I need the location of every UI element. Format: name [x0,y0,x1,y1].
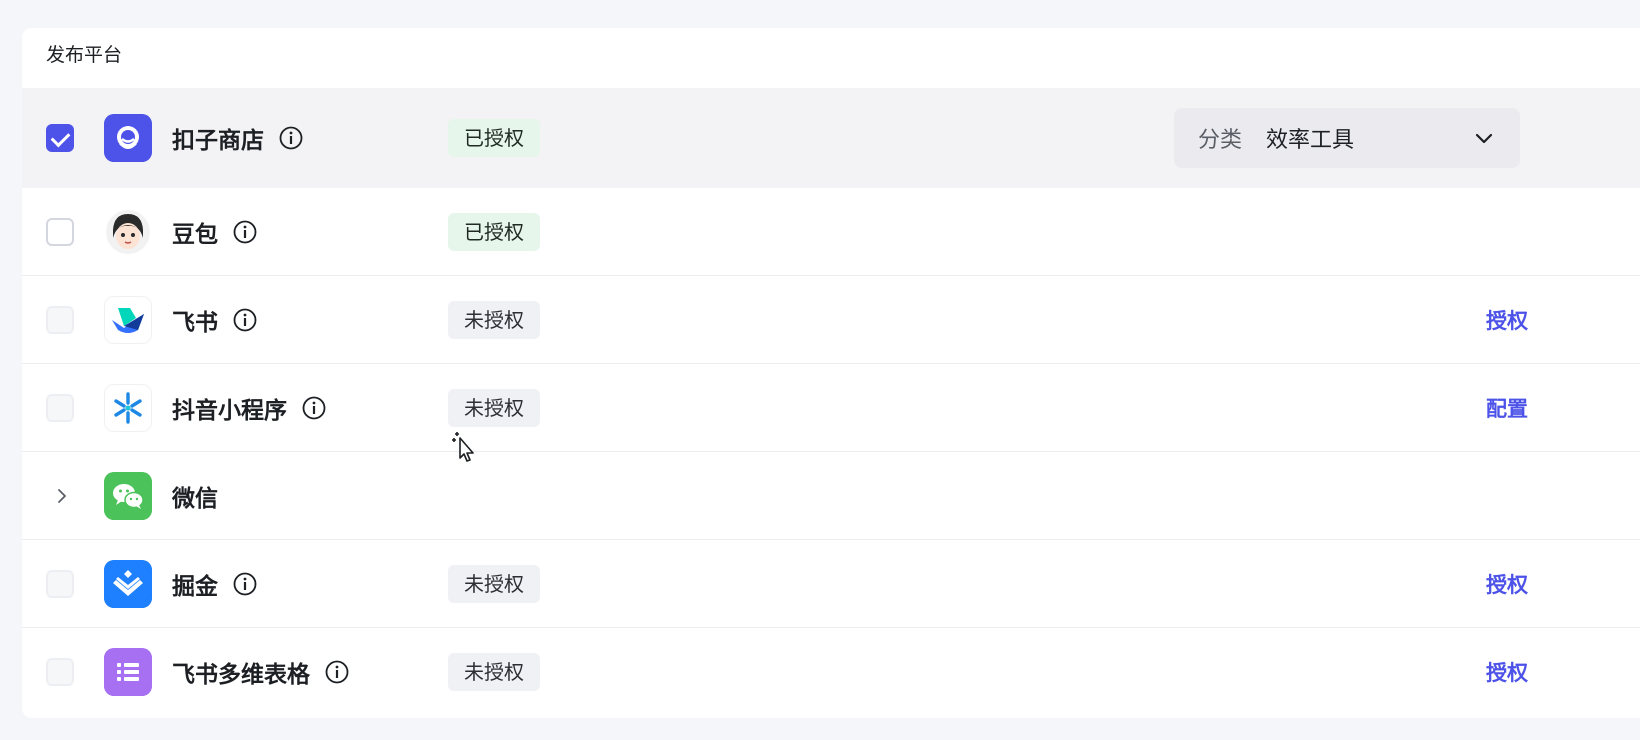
info-icon[interactable] [232,571,258,597]
platform-name: 微信 [172,485,218,512]
platform-name: 飞书 [172,303,258,337]
status-badge: 已授权 [448,119,540,157]
platform-name: 掘金 [172,567,258,601]
status-badge: 已授权 [448,212,540,251]
platform-name: 飞书多维表格 [172,655,350,689]
platform-row-douyin-miniapp: 抖音小程序 未授权 配置 [22,364,1640,452]
coze-store-icon [104,114,152,162]
status-badge: 未授权 [448,388,540,427]
platform-name: 豆包 [172,215,258,249]
authorize-link[interactable]: 授权 [1486,305,1528,335]
status-badge: 未授权 [448,564,540,603]
mouse-cursor-icon [452,432,474,462]
doubao-icon [104,208,152,256]
platform-row-wechat[interactable]: 微信 [22,452,1640,540]
info-icon[interactable] [232,219,258,245]
info-icon[interactable] [278,125,304,151]
status-badge: 未授权 [448,653,540,691]
platform-row-coze-store[interactable]: 扣子商店 已授权 分类 效率工具 [22,88,1640,188]
category-label: 分类 [1198,128,1243,153]
authorize-link[interactable]: 授权 [1486,657,1528,687]
chevron-down-icon [1475,133,1493,144]
platform-checkbox [46,569,74,598]
chevron-right-icon[interactable] [52,486,72,506]
section-title: 发布平台 [46,44,123,66]
category-value: 效率工具 [1266,128,1355,153]
info-icon[interactable] [301,395,327,421]
platform-checkbox[interactable] [46,217,74,246]
platform-name: 抖音小程序 [172,391,327,425]
platform-checkbox [46,393,74,422]
platform-checkbox[interactable] [46,124,74,152]
platform-name: 扣子商店 [172,121,304,155]
info-icon[interactable] [232,307,258,333]
feishu-icon [104,295,152,344]
platform-list: 扣子商店 已授权 分类 效率工具 豆包 已授权 飞书 未授权 授权 抖音小程序 … [22,88,1640,716]
configure-link[interactable]: 配置 [1486,393,1528,423]
platform-row-feishu: 飞书 未授权 授权 [22,276,1640,364]
info-icon[interactable] [324,659,350,685]
category-select[interactable]: 分类 效率工具 [1174,108,1520,168]
publish-platform-card: 发布平台 扣子商店 已授权 分类 效率工具 豆包 已授权 飞书 未授权 授权 抖… [22,28,1640,718]
platform-checkbox [46,658,74,686]
authorize-link[interactable]: 授权 [1486,569,1528,599]
status-badge: 未授权 [448,300,540,339]
platform-checkbox [46,305,74,334]
platform-row-juejin: 掘金 未授权 授权 [22,540,1640,628]
douyin-miniapp-icon [104,383,152,432]
juejin-icon [104,559,152,608]
feishu-bitable-icon [104,648,152,696]
platform-row-doubao[interactable]: 豆包 已授权 [22,188,1640,276]
platform-row-feishu-bitable: 飞书多维表格 未授权 授权 [22,628,1640,716]
wechat-icon [104,471,152,520]
